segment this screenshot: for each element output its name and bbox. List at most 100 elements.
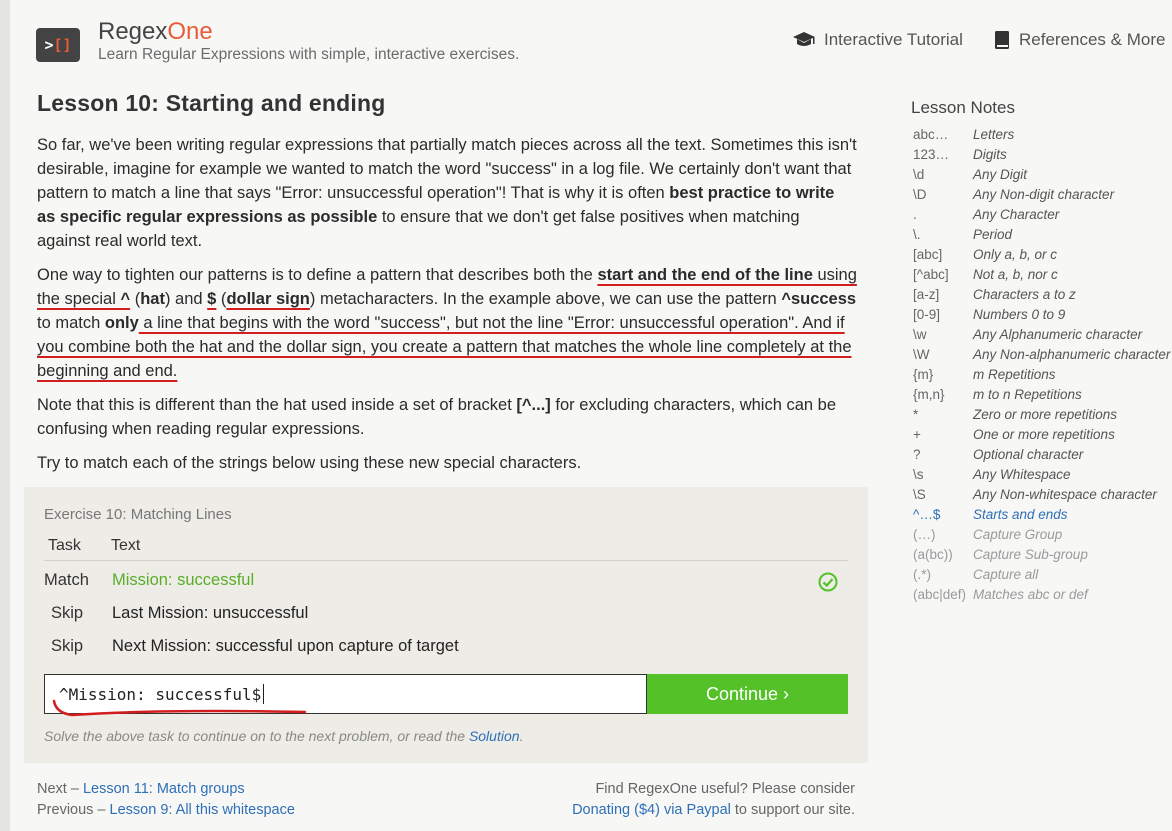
solution-link[interactable]: Solution [469, 728, 520, 744]
nav-references[interactable]: References & More [993, 30, 1165, 50]
note-value: Any Non-digit character [973, 186, 1115, 202]
note-value: Characters a to z [973, 286, 1076, 302]
note-key: 123… [913, 146, 950, 162]
note-value: Period [973, 226, 1013, 242]
note-value: Any Non-alphanumeric character [973, 346, 1171, 362]
footer-previous: Previous – Lesson 9: All this whitespace [37, 802, 295, 818]
lesson-note-item[interactable]: \w Any Alphanumeric character [913, 324, 1172, 344]
lesson-note-item[interactable]: (abc|def) Matches abc or def [913, 584, 1172, 604]
logo-icon[interactable]: >[] [36, 28, 80, 62]
lesson-body: So far, we've been writing regular expre… [37, 133, 857, 485]
exercise-table-header: Task Text [44, 533, 848, 561]
previous-lesson-link[interactable]: Lesson 9: All this whitespace [110, 802, 295, 818]
note-key: [0-9] [913, 306, 941, 322]
note-value: Capture all [973, 566, 1039, 582]
note-value: Only a, b, or c [973, 246, 1058, 262]
tagline: Learn Regular Expressions with simple, i… [98, 46, 520, 63]
note-value: One or more repetitions [973, 426, 1115, 442]
lesson-note-item[interactable]: [abc] Only a, b, or c [913, 244, 1172, 264]
next-lesson-link[interactable]: Lesson 11: Match groups [83, 781, 245, 797]
lesson-note-item[interactable]: + One or more repetitions [913, 424, 1172, 444]
note-value: Numbers 0 to 9 [973, 306, 1066, 322]
brand-name[interactable]: RegexOne [98, 18, 213, 46]
exercise-hint: Solve the above task to continue on to t… [44, 728, 524, 744]
graduation-cap-icon [793, 32, 815, 46]
note-key: + [913, 426, 921, 442]
note-key: (…) [913, 526, 936, 542]
lesson-note-item[interactable]: \D Any Non-digit character [913, 184, 1172, 204]
regex-input[interactable]: ^Mission: successful$ [44, 674, 647, 714]
lesson-note-item[interactable]: * Zero or more repetitions [913, 404, 1172, 424]
text-caret [263, 684, 265, 704]
nav-interactive-tutorial[interactable]: Interactive Tutorial [792, 30, 963, 50]
lesson-paragraph-2: One way to tighten our patterns is to de… [37, 266, 857, 380]
lesson-paragraph-1: So far, we've been writing regular expre… [37, 136, 857, 250]
note-value: Matches abc or def [973, 586, 1088, 602]
footer-navigation: Next – Lesson 11: Match groups Previous … [37, 779, 295, 821]
note-key: \d [913, 166, 925, 182]
donate-link[interactable]: Donating ($4) via Paypal [572, 802, 731, 818]
footer-next: Next – Lesson 11: Match groups [37, 781, 245, 797]
exercise-title: Exercise 10: Matching Lines [44, 506, 232, 523]
note-value: m Repetitions [973, 366, 1056, 382]
note-value: Any Character [973, 206, 1060, 222]
note-key: \s [913, 466, 924, 482]
note-value: Digits [973, 146, 1007, 162]
note-value: Any Whitespace [973, 466, 1071, 482]
lesson-note-item[interactable]: \s Any Whitespace [913, 464, 1172, 484]
note-key: [a-z] [913, 286, 940, 302]
row-task: Skip [51, 637, 84, 655]
note-key: {m} [913, 366, 934, 382]
row-text: Next Mission: successful upon capture of… [112, 637, 459, 655]
lesson-note-item[interactable]: [^abc] Not a, b, nor c [913, 264, 1172, 284]
col-text: Text [111, 537, 141, 554]
note-key: . [913, 206, 917, 222]
note-key: \W [913, 346, 930, 362]
note-value: Letters [973, 126, 1015, 142]
lesson-note-item[interactable]: ^…$ Starts and ends [913, 504, 1172, 524]
lesson-note-item[interactable]: \W Any Non-alphanumeric character [913, 344, 1172, 364]
note-key: \D [913, 186, 927, 202]
continue-button[interactable]: Continue › [647, 674, 848, 714]
lesson-title: Lesson 10: Starting and ending [37, 90, 386, 116]
note-value: Any Alphanumeric character [973, 326, 1143, 342]
lesson-note-item[interactable]: [0-9] Numbers 0 to 9 [913, 304, 1172, 324]
note-value: Capture Group [973, 526, 1063, 542]
lesson-note-item[interactable]: . Any Character [913, 204, 1172, 224]
lesson-note-item[interactable]: \S Any Non-whitespace character [913, 484, 1172, 504]
note-key: \S [913, 486, 926, 502]
donate-text: Find RegexOne useful? Please consider [595, 781, 855, 797]
note-value: Not a, b, nor c [973, 266, 1058, 282]
note-value: Any Digit [973, 166, 1028, 182]
lesson-note-item[interactable]: \d Any Digit [913, 164, 1172, 184]
note-value: Capture Sub-group [973, 546, 1088, 562]
lesson-note-item[interactable]: (…) Capture Group [913, 524, 1172, 544]
lesson-note-item[interactable]: \. Period [913, 224, 1172, 244]
note-key: ? [913, 446, 921, 462]
row-text: Last Mission: unsuccessful [112, 604, 309, 622]
lesson-note-item[interactable]: [a-z] Characters a to z [913, 284, 1172, 304]
lesson-note-item[interactable]: 123… Digits [913, 144, 1172, 164]
note-key: \. [913, 226, 921, 242]
lesson-notes-list: abc… Letters 123… Digits \d Any Digit \D Any No… [913, 124, 1172, 604]
lesson-note-item[interactable]: (a(bc)) Capture Sub-group [913, 544, 1172, 564]
exercise-row: Match Mission: successful [44, 567, 848, 597]
lesson-paragraph-3: Note that this is different than the hat… [37, 396, 837, 438]
note-value: m to n Repetitions [973, 386, 1082, 402]
lesson-note-item[interactable]: {m,n} m to n Repetitions [913, 384, 1172, 404]
lesson-note-item[interactable]: {m} m Repetitions [913, 364, 1172, 384]
note-key: \w [913, 326, 927, 342]
note-key: [^abc] [913, 266, 949, 282]
lesson-note-item[interactable]: ? Optional character [913, 444, 1172, 464]
footer-donate: Find RegexOne useful? Please consider Do… [550, 779, 855, 821]
brand-one: One [167, 18, 213, 45]
note-key: {m,n} [913, 386, 945, 402]
brand-regex: Regex [98, 18, 168, 45]
lesson-note-item[interactable]: abc… Letters [913, 124, 1172, 144]
col-task: Task [48, 537, 81, 554]
note-value: Zero or more repetitions [973, 406, 1118, 422]
row-task: Match [44, 571, 89, 589]
lesson-note-item[interactable]: (.*) Capture all [913, 564, 1172, 584]
exercise-row: Skip Last Mission: unsuccessful [44, 600, 848, 630]
nav-tutorial-label: Interactive Tutorial [824, 30, 963, 49]
